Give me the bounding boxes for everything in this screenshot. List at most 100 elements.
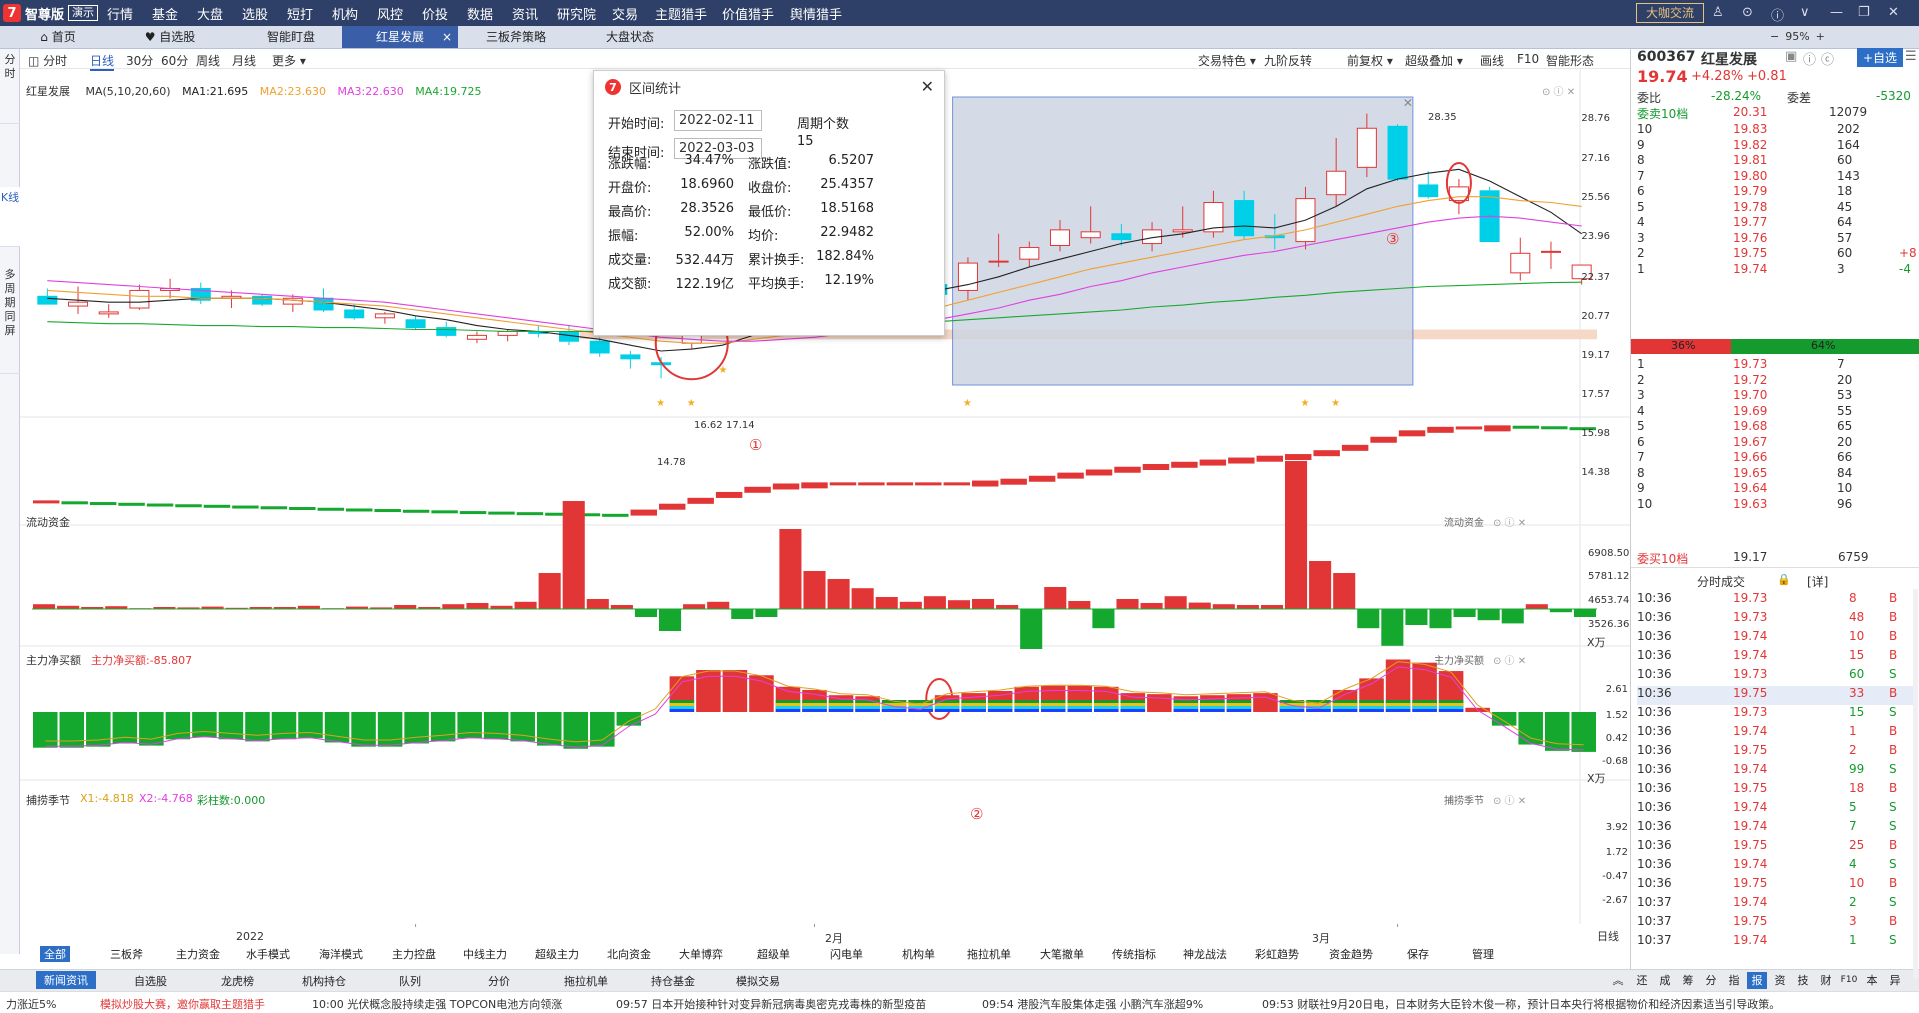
indicator-tab-all[interactable]: 全部 (40, 946, 70, 962)
tab-strategy[interactable]: 三板斧策略 (468, 26, 564, 48)
more-icon[interactable]: ☰ (1905, 49, 1917, 64)
menu-item[interactable]: 选股 (242, 4, 268, 23)
indicator-tab[interactable]: 水手模式 (246, 946, 290, 962)
collapse-icon[interactable]: ︽ (1608, 972, 1628, 989)
buy-row[interactable]: 8 19.65 84 (1637, 466, 1917, 483)
sell-row[interactable]: 2 19.75 60 +8 (1637, 246, 1917, 263)
indicator-tab[interactable]: 大笔撤单 (1040, 946, 1084, 962)
period-month[interactable]: 月线 (232, 52, 256, 69)
minimize-icon[interactable]: — (1830, 5, 1843, 20)
right-tool[interactable]: 筹 (1678, 972, 1698, 989)
menu-item[interactable]: 舆情猎手 (790, 4, 842, 23)
sell-row[interactable]: 8 19.81 60 (1637, 153, 1917, 170)
news-tab[interactable]: 新闻资讯 (36, 971, 96, 989)
right-tool[interactable]: 还 (1632, 972, 1652, 989)
info-icon[interactable]: ⓘ (1803, 49, 1816, 68)
tab-stock[interactable]: 红星发展 × (342, 26, 458, 48)
right-tool[interactable]: 报 (1747, 972, 1767, 989)
tab-market-status[interactable]: 大盘状态 (590, 26, 670, 48)
tab-home[interactable]: ⌂ 首页 (18, 26, 98, 48)
right-tool[interactable]: 财 (1816, 972, 1836, 989)
right-tool[interactable]: 异 (1885, 972, 1905, 989)
right-tool[interactable]: 分 (1701, 972, 1721, 989)
indicator-tab[interactable]: 闪电单 (830, 946, 863, 962)
daka-exchange-button[interactable]: 大咖交流 (1636, 3, 1704, 23)
news-tab[interactable]: 拖拉机单 (564, 973, 608, 989)
sell-row[interactable]: 5 19.78 45 (1637, 200, 1917, 217)
restore-icon[interactable]: ❐ (1858, 5, 1870, 20)
trades-scrollbar[interactable] (1913, 589, 1918, 979)
lock-icon[interactable]: 🔒 (1777, 573, 1791, 586)
tab-watchlist[interactable]: ♥ 自选股 (130, 26, 210, 48)
side-tab-multi[interactable]: 多周期同屏 (0, 264, 20, 374)
indicator-tab[interactable]: 机构单 (902, 946, 935, 962)
buy-row[interactable]: 9 19.64 10 (1637, 481, 1917, 498)
tab-close-icon[interactable]: × (442, 26, 452, 48)
period-60min[interactable]: 60分 (161, 52, 188, 69)
f10-button[interactable]: F10 (1517, 52, 1539, 66)
smart-pattern-button[interactable]: 智能形态 (1546, 52, 1594, 69)
menu-item[interactable]: 交易 (612, 4, 638, 23)
menu-item[interactable]: 研究院 (557, 4, 596, 23)
indicator-tab[interactable]: 超级单 (757, 946, 790, 962)
sell-row[interactable]: 10 19.83 202 (1637, 122, 1917, 139)
settings-icon[interactable]: ⊙ (1742, 5, 1753, 20)
fq-button[interactable]: 前复权 ▾ (1347, 52, 1393, 69)
indicator-tab[interactable]: 三板斧 (110, 946, 143, 962)
indicator-tab[interactable]: 资金趋势 (1329, 946, 1373, 962)
manage-button[interactable]: 管理 (1472, 946, 1494, 962)
period-fenshi[interactable]: ◫ 分时 (28, 52, 67, 69)
buy-row[interactable]: 7 19.66 66 (1637, 450, 1917, 467)
indicator-tab[interactable]: 北向资金 (607, 946, 651, 962)
panel-icons[interactable]: ⊙ ⓘ ✕ (1493, 514, 1526, 529)
menu-item[interactable]: 机构 (332, 4, 358, 23)
menu-item[interactable]: 行情 (107, 4, 133, 23)
save-button[interactable]: 保存 (1407, 946, 1429, 962)
indicator-tab[interactable]: 海洋模式 (319, 946, 363, 962)
info-icon[interactable]: ⓘ (1771, 5, 1784, 24)
sell-row[interactable]: 1 19.74 3 -4 (1637, 262, 1917, 279)
right-tool[interactable]: F10 (1839, 972, 1859, 989)
trade-features-button[interactable]: 交易特色 ▾ (1198, 52, 1256, 69)
ticker-item[interactable]: 09:53 财联社9月20日电，日本财务大臣铃木俊一称，预计日本央行将根据物价和… (1262, 996, 1780, 1012)
user-icon[interactable]: ♙ (1712, 5, 1724, 20)
sell-row[interactable]: 4 19.77 64 (1637, 215, 1917, 232)
nine-reversal-button[interactable]: 九阶反转 (1264, 52, 1312, 69)
news-tab[interactable]: 分价 (488, 973, 510, 989)
ticker-item[interactable]: 10:00 光伏概念股持续走强 TOPCON电池方向领涨 (312, 996, 562, 1012)
indicator-tab[interactable]: 大单博弈 (679, 946, 723, 962)
indicator-tab[interactable]: 神龙战法 (1183, 946, 1227, 962)
ticker-item[interactable]: 力涨近5% (6, 996, 56, 1012)
buy-row[interactable]: 6 19.67 20 (1637, 435, 1917, 452)
indicator-tab[interactable]: 传统指标 (1112, 946, 1156, 962)
period-more[interactable]: 更多 ▾ (272, 52, 306, 69)
menu-item[interactable]: 大盘 (197, 4, 223, 23)
panel-icons[interactable]: ⊙ ⓘ ✕ (1493, 792, 1526, 807)
side-tab-fenshi[interactable]: 分时 (0, 49, 20, 124)
right-tool[interactable]: 成 (1655, 972, 1675, 989)
ticker-promo[interactable]: 模拟炒股大赛，邀你赢取主题猎手 (100, 996, 265, 1012)
indicator-tab[interactable]: 中线主力 (463, 946, 507, 962)
trades-detail-link[interactable]: [详] (1807, 573, 1828, 590)
panel-icons[interactable]: ⊙ ⓘ ✕ (1493, 652, 1526, 667)
news-tab[interactable]: 持仓基金 (651, 973, 695, 989)
buy-row[interactable]: 4 19.69 55 (1637, 404, 1917, 421)
back-icon[interactable]: ⓒ (1821, 49, 1834, 68)
right-tool[interactable]: 资 (1770, 972, 1790, 989)
menu-item[interactable]: 价投 (422, 4, 448, 23)
menu-item[interactable]: 短打 (287, 4, 313, 23)
close-icon[interactable]: ✕ (1888, 5, 1899, 20)
sell-row[interactable]: 7 19.80 143 (1637, 169, 1917, 186)
buy-row[interactable]: 2 19.72 20 (1637, 373, 1917, 390)
buy-row[interactable]: 5 19.68 65 (1637, 419, 1917, 436)
overlay-button[interactable]: 超级叠加 ▾ (1405, 52, 1463, 69)
zoom-level[interactable]: −95% + (1770, 30, 1825, 43)
indicator-tab[interactable]: 拖拉机单 (967, 946, 1011, 962)
period-30min[interactable]: 30分 (126, 52, 153, 69)
lock-icon[interactable]: ▣ (1785, 49, 1797, 64)
sell-row[interactable]: 9 19.82 164 (1637, 138, 1917, 155)
indicator-tab[interactable]: 主力资金 (176, 946, 220, 962)
menu-item[interactable]: 风控 (377, 4, 403, 23)
indicator-tab[interactable]: 超级主力 (535, 946, 579, 962)
panel-icons[interactable]: ⊙ ⓘ ✕ (1542, 83, 1575, 98)
